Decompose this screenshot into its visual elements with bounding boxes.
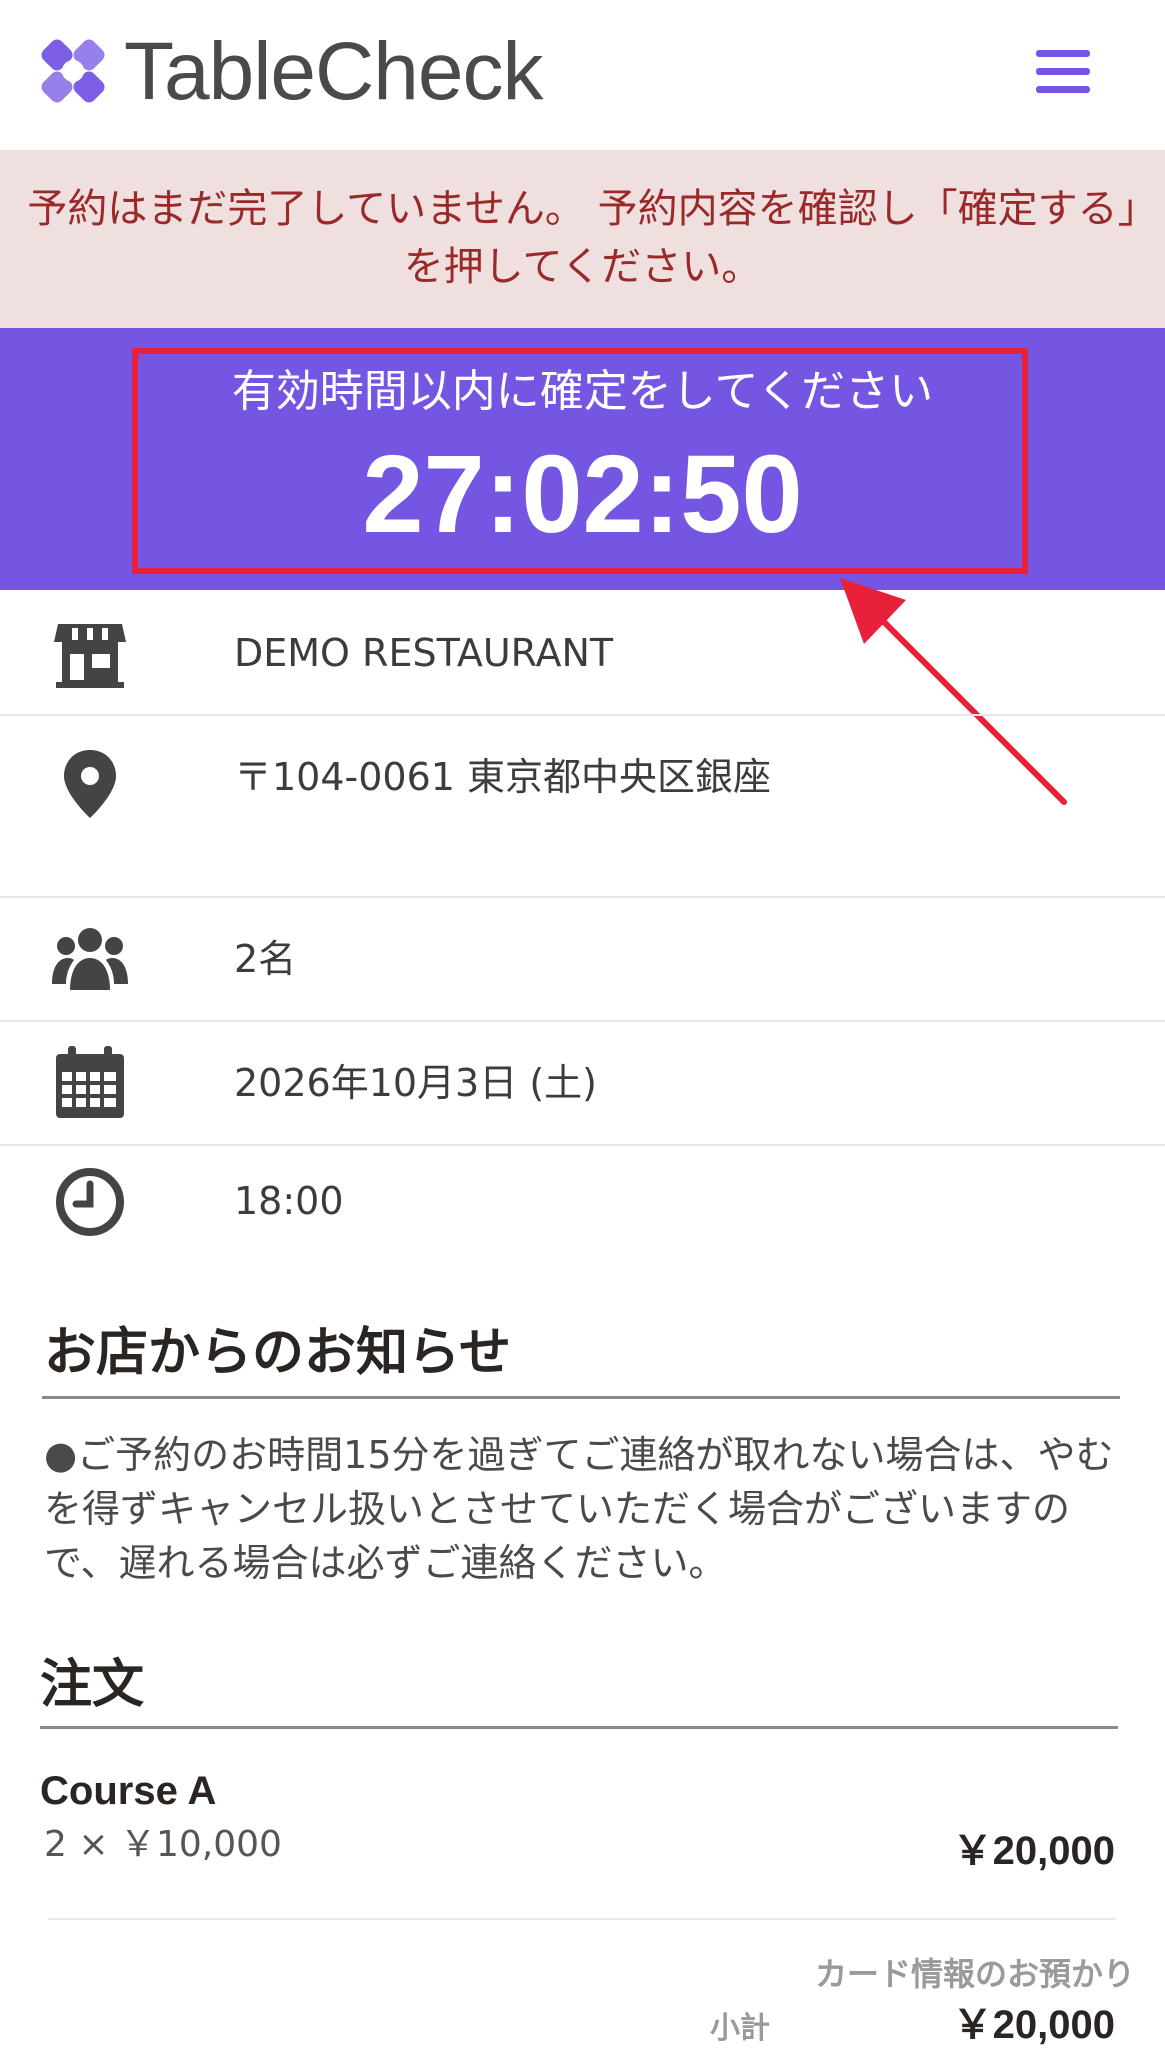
order-title: 注文 xyxy=(40,1655,145,1715)
people-group-icon xyxy=(52,928,128,990)
order-item-divider xyxy=(48,1918,1116,1920)
order-item-name: Course A xyxy=(40,1769,217,1813)
party-size: 2名 xyxy=(234,937,297,981)
party-size-row: 2名 xyxy=(0,898,1165,1022)
notice-body: ●ご予約のお時間15分を過ぎてご連絡が取れない場合は、やむを得ずキャンセル扱いと… xyxy=(44,1433,1114,1585)
restaurant-row: DEMO RESTAURANT xyxy=(0,592,1165,716)
reservation-date: 2026年10月3日 (土) xyxy=(234,1061,597,1105)
order-divider xyxy=(40,1726,1118,1729)
store-icon xyxy=(54,624,126,688)
clock-icon xyxy=(56,1168,124,1236)
app-header: TableCheck xyxy=(0,0,1165,150)
timer-highlight-box xyxy=(132,348,1028,574)
restaurant-name: DEMO RESTAURANT xyxy=(234,631,614,675)
subtotal-value: ￥20,000 xyxy=(952,2003,1115,2047)
address-text: 〒104-0061 東京都中央区銀座 xyxy=(234,755,772,799)
location-pin-icon xyxy=(64,750,116,818)
notice-divider xyxy=(42,1396,1120,1399)
subtotal-label: 小計 xyxy=(710,2011,770,2046)
card-info-note: カード情報のお預かり xyxy=(814,1955,1135,1993)
tablecheck-logo-icon xyxy=(41,39,105,103)
incomplete-reservation-alert: 予約はまだ完了していません。 予約内容を確認し「確定する」を押してください。 xyxy=(0,150,1165,328)
notice-title: お店からのお知らせ xyxy=(44,1323,511,1383)
date-row: 2026年10月3日 (土) xyxy=(0,1022,1165,1146)
time-row: 18:00 xyxy=(0,1146,1165,1256)
hamburger-icon[interactable] xyxy=(1036,50,1090,94)
brand-name[interactable]: TableCheck xyxy=(124,22,543,122)
calendar-icon xyxy=(56,1046,124,1118)
address-row: 〒104-0061 東京都中央区銀座 xyxy=(0,716,1165,898)
order-item-quantity-price: 2 × ￥10,000 xyxy=(44,1824,282,1865)
reservation-time: 18:00 xyxy=(234,1179,344,1223)
order-item-total: ￥20,000 xyxy=(952,1829,1115,1873)
